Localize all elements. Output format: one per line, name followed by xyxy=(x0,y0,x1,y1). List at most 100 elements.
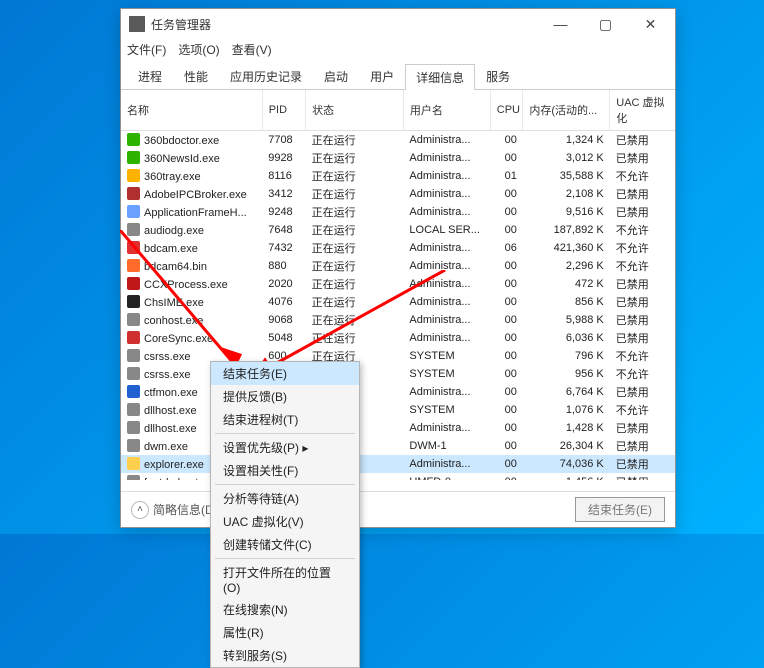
tabs: 进程性能应用历史记录启动用户详细信息服务 xyxy=(121,63,675,90)
cell: 00 xyxy=(490,329,523,347)
cell: 正在运行 xyxy=(306,239,404,257)
table-row[interactable]: bdcam64.bin880正在运行Administra...002,296 K… xyxy=(121,257,675,275)
maximize-button[interactable]: ▢ xyxy=(583,10,628,38)
close-button[interactable]: ✕ xyxy=(628,10,673,38)
cell: 421,360 K xyxy=(523,239,610,257)
context-menu-separator xyxy=(215,433,355,434)
cell: 06 xyxy=(490,239,523,257)
tab-5[interactable]: 详细信息 xyxy=(405,64,475,90)
tab-1[interactable]: 性能 xyxy=(173,63,219,89)
table-row[interactable]: explorer.exe4256正在运行Administra...0074,03… xyxy=(121,455,675,473)
cell: Administra... xyxy=(403,203,490,221)
cell: 正在运行 xyxy=(306,257,404,275)
table-row[interactable]: ChsIME.exe4076正在运行Administra...00856 K已禁… xyxy=(121,293,675,311)
cell: 26,304 K xyxy=(523,437,610,455)
col-header[interactable]: 名称 xyxy=(121,90,262,131)
end-task-button[interactable]: 结束任务(E) xyxy=(575,497,665,522)
cell: 1,456 K xyxy=(523,473,610,480)
cell: 不允许 xyxy=(610,167,675,185)
cell: Administra... xyxy=(403,167,490,185)
menubar: 文件(F) 选项(O) 查看(V) xyxy=(121,39,675,59)
cell: 00 xyxy=(490,437,523,455)
table-row[interactable]: CoreSync.exe5048正在运行Administra...006,036… xyxy=(121,329,675,347)
cell: Administra... xyxy=(403,293,490,311)
cell: AdobeIPCBroker.exe xyxy=(121,185,262,203)
fewer-details-toggle[interactable]: ˄ 简略信息(D) xyxy=(131,501,218,519)
col-header[interactable]: CPU xyxy=(490,90,523,131)
context-menu-item[interactable]: 转到服务(S) xyxy=(211,644,359,667)
table-row[interactable]: csrss.exe600正在运行SYSTEM00796 K不允许 xyxy=(121,347,675,365)
table-header-row: 名称PID状态用户名CPU内存(活动的...UAC 虚拟化 xyxy=(121,90,675,131)
cell: 3412 xyxy=(262,185,305,203)
process-table-wrap: 名称PID状态用户名CPU内存(活动的...UAC 虚拟化 360bdoctor… xyxy=(121,90,675,480)
cell: 472 K xyxy=(523,275,610,293)
titlebar[interactable]: 任务管理器 — ▢ ✕ xyxy=(121,9,675,39)
table-row[interactable]: audiodg.exe7648正在运行LOCAL SER...00187,892… xyxy=(121,221,675,239)
cell: 7708 xyxy=(262,131,305,150)
table-row[interactable]: AdobeIPCBroker.exe3412正在运行Administra...0… xyxy=(121,185,675,203)
table-row[interactable]: fontdrvhost.exUMFD-0001,456 K已禁用 xyxy=(121,473,675,480)
tab-6[interactable]: 服务 xyxy=(475,63,521,89)
cell: SYSTEM xyxy=(403,347,490,365)
menu-options[interactable]: 选项(O) xyxy=(178,41,219,58)
context-menu-separator xyxy=(215,558,355,559)
context-menu-item[interactable]: 结束任务(E) xyxy=(211,362,359,385)
cell: 正在运行 xyxy=(306,275,404,293)
table-row[interactable]: csrss.exe724正在运行SYSTEM00956 K不允许 xyxy=(121,365,675,383)
cell: 已禁用 xyxy=(610,437,675,455)
context-menu-item[interactable]: 结束进程树(T) xyxy=(211,408,359,431)
col-header[interactable]: 内存(活动的... xyxy=(523,90,610,131)
col-header[interactable]: PID xyxy=(262,90,305,131)
table-row[interactable]: dllhost.exe9872正在运行Administra...001,428 … xyxy=(121,419,675,437)
table-row[interactable]: CCXProcess.exe2020正在运行Administra...00472… xyxy=(121,275,675,293)
context-menu-item[interactable]: 分析等待链(A) xyxy=(211,487,359,510)
cell: 已禁用 xyxy=(610,473,675,480)
table-row[interactable]: ApplicationFrameH...9248正在运行Administra..… xyxy=(121,203,675,221)
table-row[interactable]: 360tray.exe8116正在运行Administra...0135,588… xyxy=(121,167,675,185)
cell: 35,588 K xyxy=(523,167,610,185)
cell: Administra... xyxy=(403,311,490,329)
cell: DWM-1 xyxy=(403,437,490,455)
context-menu-item[interactable]: 在线搜索(N) xyxy=(211,598,359,621)
tab-0[interactable]: 进程 xyxy=(127,63,173,89)
cell: LOCAL SER... xyxy=(403,221,490,239)
menu-file[interactable]: 文件(F) xyxy=(127,41,166,58)
col-header[interactable]: 状态 xyxy=(306,90,404,131)
context-menu-item[interactable]: 设置相关性(F) xyxy=(211,459,359,482)
cell: 不允许 xyxy=(610,347,675,365)
cell: ApplicationFrameH... xyxy=(121,203,262,221)
cell: SYSTEM xyxy=(403,365,490,383)
cell: 00 xyxy=(490,401,523,419)
context-menu-item[interactable]: 提供反馈(B) xyxy=(211,385,359,408)
cell: 正在运行 xyxy=(306,329,404,347)
cell: 正在运行 xyxy=(306,221,404,239)
cell: 正在运行 xyxy=(306,293,404,311)
cell: 187,892 K xyxy=(523,221,610,239)
cell: bdcam64.bin xyxy=(121,257,262,275)
cell: 3,012 K xyxy=(523,149,610,167)
cell: 已禁用 xyxy=(610,329,675,347)
table-row[interactable]: 360NewsId.exe9928正在运行Administra...003,01… xyxy=(121,149,675,167)
table-row[interactable]: dwm.exe1076正在运行DWM-10026,304 K已禁用 xyxy=(121,437,675,455)
table-row[interactable]: ctfmon.exe3648正在运行Administra...006,764 K… xyxy=(121,383,675,401)
tab-2[interactable]: 应用历史记录 xyxy=(219,63,313,89)
context-menu-item[interactable]: 创建转储文件(C) xyxy=(211,533,359,556)
cell: 2020 xyxy=(262,275,305,293)
table-row[interactable]: dllhost.exe7736正在运行SYSTEM001,076 K不允许 xyxy=(121,401,675,419)
context-menu-item[interactable]: 设置优先级(P) ▸ xyxy=(211,436,359,459)
table-row[interactable]: conhost.exe9068正在运行Administra...005,988 … xyxy=(121,311,675,329)
cell: 6,764 K xyxy=(523,383,610,401)
table-row[interactable]: 360bdoctor.exe7708正在运行Administra...001,3… xyxy=(121,131,675,150)
tab-3[interactable]: 启动 xyxy=(313,63,359,89)
task-manager-window: 任务管理器 — ▢ ✕ 文件(F) 选项(O) 查看(V) 进程性能应用历史记录… xyxy=(120,8,676,528)
context-menu-item[interactable]: 打开文件所在的位置(O) xyxy=(211,561,359,598)
table-row[interactable]: bdcam.exe7432正在运行Administra...06421,360 … xyxy=(121,239,675,257)
menu-view[interactable]: 查看(V) xyxy=(232,41,272,58)
cell: 已禁用 xyxy=(610,383,675,401)
minimize-button[interactable]: — xyxy=(538,10,583,38)
tab-4[interactable]: 用户 xyxy=(359,63,405,89)
context-menu-item[interactable]: UAC 虚拟化(V) xyxy=(211,510,359,533)
col-header[interactable]: UAC 虚拟化 xyxy=(610,90,675,131)
col-header[interactable]: 用户名 xyxy=(403,90,490,131)
context-menu-item[interactable]: 属性(R) xyxy=(211,621,359,644)
